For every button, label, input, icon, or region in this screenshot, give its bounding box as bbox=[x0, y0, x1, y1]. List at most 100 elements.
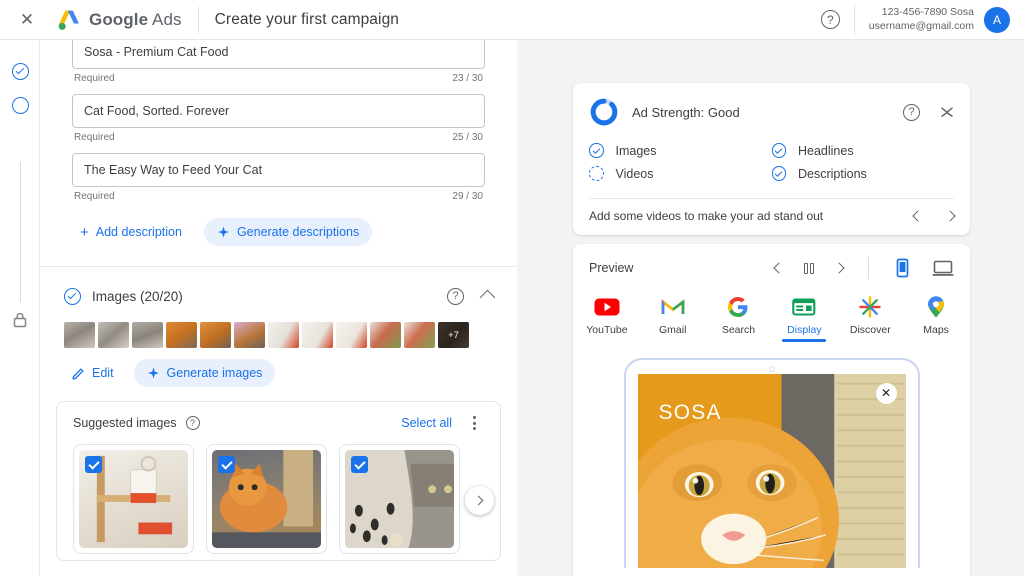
close-icon[interactable]: ✕ bbox=[10, 3, 44, 37]
image-thumbnail-more[interactable]: +7 bbox=[438, 322, 469, 348]
image-thumbnail[interactable] bbox=[336, 322, 367, 348]
ad-strength-tip-row: Add some videos to make your ad stand ou… bbox=[573, 199, 970, 235]
channel-label: Search bbox=[721, 324, 756, 336]
channel-tab-youtube[interactable]: YouTube bbox=[585, 296, 629, 342]
description-meta-1: Required 23 / 30 bbox=[72, 69, 485, 84]
plus-icon: + bbox=[80, 223, 89, 241]
maps-icon bbox=[927, 296, 945, 318]
channel-label: Discover bbox=[849, 324, 891, 336]
ad-brand-text: SOSA bbox=[658, 400, 722, 424]
selected-checkbox[interactable] bbox=[218, 456, 235, 473]
image-thumbnail[interactable] bbox=[268, 322, 299, 348]
desktop-icon[interactable] bbox=[932, 258, 954, 278]
edit-images-label: Edit bbox=[92, 366, 114, 380]
youtube-icon bbox=[594, 296, 620, 318]
image-thumbnail[interactable] bbox=[132, 322, 163, 348]
description-field-2-wrapper: Cat Food, Sorted. Forever Required 25 / … bbox=[72, 94, 485, 143]
gmail-icon bbox=[661, 296, 685, 318]
mobile-icon[interactable] bbox=[894, 258, 911, 278]
edit-images-button[interactable]: Edit bbox=[64, 360, 122, 386]
channel-tab-maps[interactable]: Maps bbox=[914, 296, 958, 342]
brand-google: Google bbox=[89, 9, 149, 29]
image-thumbnail[interactable] bbox=[302, 322, 333, 348]
required-label: Required bbox=[74, 132, 115, 143]
more-images-badge: +7 bbox=[438, 322, 469, 348]
image-thumbnail-strip: +7 bbox=[64, 322, 493, 348]
checklist-label: Descriptions bbox=[798, 166, 867, 181]
preview-header: Preview bbox=[573, 244, 970, 279]
step-completed[interactable] bbox=[8, 59, 32, 83]
generate-images-button[interactable]: Generate images bbox=[133, 359, 276, 387]
description-meta-2: Required 25 / 30 bbox=[72, 128, 485, 143]
pause-icon[interactable] bbox=[803, 262, 814, 274]
images-section-title: Images (20/20) bbox=[92, 288, 183, 304]
chevron-left-icon[interactable] bbox=[772, 262, 785, 274]
descriptions-group: Sosa - Premium Cat Food Required 23 / 30… bbox=[40, 40, 517, 202]
required-label: Required bbox=[74, 73, 115, 84]
add-description-button[interactable]: + Add description bbox=[72, 219, 190, 246]
help-icon: ? bbox=[820, 10, 840, 29]
image-thumbnail[interactable] bbox=[234, 322, 265, 348]
circle-icon bbox=[11, 96, 29, 114]
account-id: 123-456-7890 Sosa bbox=[881, 5, 974, 18]
step-current[interactable] bbox=[8, 93, 32, 117]
image-thumbnail[interactable] bbox=[166, 322, 197, 348]
chevron-right-icon[interactable] bbox=[833, 262, 845, 274]
help-icon[interactable]: ? bbox=[185, 416, 200, 430]
images-section-header: Images (20/20) ? bbox=[64, 283, 496, 309]
channel-tab-display[interactable]: Display bbox=[782, 296, 827, 342]
preview-controls bbox=[772, 257, 955, 279]
account-info[interactable]: 123-456-7890 Sosa username@gmail.com bbox=[855, 6, 984, 34]
channel-tab-search[interactable]: Search bbox=[717, 296, 761, 342]
chevron-up-icon[interactable] bbox=[479, 289, 496, 306]
chevron-right-icon[interactable] bbox=[944, 210, 956, 222]
help-icon[interactable]: ? bbox=[447, 287, 464, 305]
checklist-item-headlines: Headlines bbox=[771, 139, 955, 162]
suggested-image-item[interactable] bbox=[339, 444, 460, 554]
help-icon[interactable]: ? bbox=[903, 103, 920, 121]
image-thumbnail[interactable] bbox=[64, 322, 95, 348]
overflow-menu-icon[interactable] bbox=[464, 416, 484, 430]
suggested-image-item[interactable] bbox=[73, 444, 194, 554]
selected-checkbox[interactable] bbox=[85, 456, 102, 473]
ad-preview-card: Preview YouTube Gmail Search Display Dis… bbox=[573, 244, 970, 576]
description-meta-3: Required 29 / 30 bbox=[72, 187, 485, 202]
images-actions: Edit Generate images bbox=[64, 348, 493, 387]
google-ads-logo: Google Ads bbox=[56, 9, 182, 31]
description-input-3[interactable]: The Easy Way to Feed Your Cat bbox=[72, 153, 485, 187]
check-circle-icon bbox=[64, 287, 81, 305]
image-thumbnail[interactable] bbox=[370, 322, 401, 348]
discover-icon bbox=[859, 296, 881, 318]
description-input-1[interactable]: Sosa - Premium Cat Food bbox=[72, 40, 485, 69]
help-button[interactable]: ? bbox=[807, 10, 854, 29]
close-ad-icon[interactable]: ✕ bbox=[875, 382, 897, 404]
add-description-label: Add description bbox=[95, 225, 182, 239]
image-thumbnail[interactable] bbox=[200, 322, 231, 348]
channel-tab-discover[interactable]: Discover bbox=[848, 296, 892, 342]
image-thumbnail[interactable] bbox=[98, 322, 129, 348]
brand-text: Google Ads bbox=[89, 10, 182, 30]
avatar[interactable]: A bbox=[984, 6, 1010, 33]
suggested-images-next-button[interactable] bbox=[465, 486, 494, 515]
suggested-image-item[interactable] bbox=[206, 444, 327, 554]
suggested-images-header: Suggested images ? Select all bbox=[73, 416, 484, 430]
collapse-icon[interactable] bbox=[940, 105, 954, 119]
pencil-icon bbox=[72, 367, 84, 380]
image-thumbnail[interactable] bbox=[404, 322, 435, 348]
channel-tab-gmail[interactable]: Gmail bbox=[651, 296, 695, 342]
google-ads-mark-icon bbox=[56, 9, 82, 31]
channel-label: YouTube bbox=[586, 324, 628, 336]
sparkle-icon bbox=[147, 367, 159, 379]
selected-checkbox[interactable] bbox=[351, 456, 368, 473]
ad-strength-actions: ? bbox=[903, 103, 954, 121]
required-label: Required bbox=[74, 191, 115, 202]
description-input-2[interactable]: Cat Food, Sorted. Forever bbox=[72, 94, 485, 128]
select-all-button[interactable]: Select all bbox=[401, 416, 452, 430]
chevron-left-icon[interactable] bbox=[912, 210, 924, 222]
lock-icon bbox=[13, 312, 27, 328]
description-field-1-wrapper: Sosa - Premium Cat Food Required 23 / 30 bbox=[72, 40, 485, 84]
preview-title: Preview bbox=[589, 261, 634, 275]
images-section: Images (20/20) ? +7 Edit Generate images bbox=[40, 267, 517, 387]
generate-descriptions-button[interactable]: Generate descriptions bbox=[203, 218, 373, 246]
checklist-item-videos: Videos bbox=[589, 162, 772, 185]
